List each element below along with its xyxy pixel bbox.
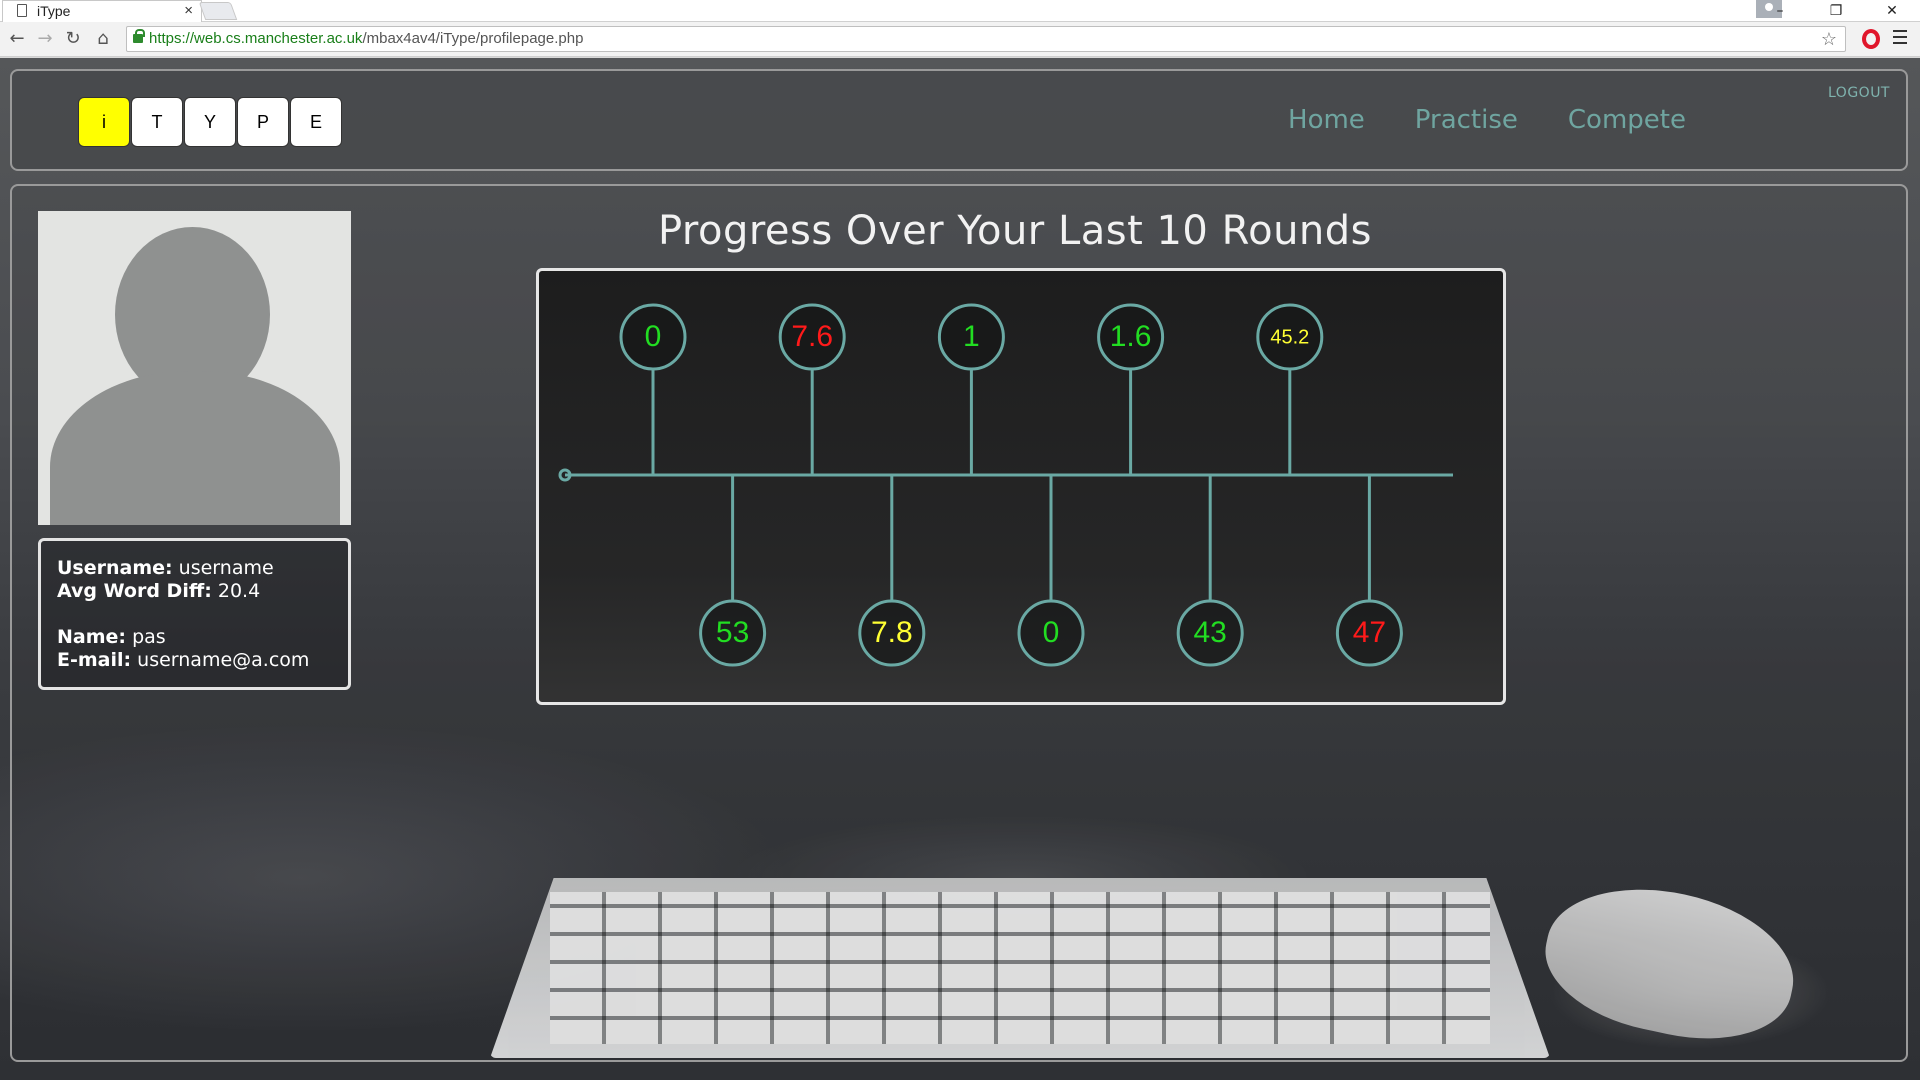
round-value-label: 0 xyxy=(1043,616,1060,649)
avg-word-diff-label: Avg Word Diff: xyxy=(57,580,212,602)
minimize-button[interactable]: – xyxy=(1752,0,1808,22)
restore-button[interactable]: ❐ xyxy=(1808,0,1864,22)
address-toolbar: ← → ↻ ⌂ https://web.cs.manchester.ac.uk/… xyxy=(0,22,1920,57)
tab-close-icon[interactable]: × xyxy=(184,2,193,19)
username-label: Username: xyxy=(57,557,173,579)
round-value-label: 0 xyxy=(645,320,662,353)
close-window-button[interactable]: ✕ xyxy=(1864,0,1920,22)
name-value: pas xyxy=(132,626,166,648)
opera-extension-icon[interactable] xyxy=(1862,29,1880,49)
timeline-svg: 0 53 7.6 7.8 1 0 1.6 43 45.2 47 xyxy=(558,303,1453,667)
browser-tab-bar: iType × – ❐ ✕ xyxy=(0,0,1920,22)
nav-compete-link[interactable]: Compete xyxy=(1568,105,1686,135)
avatar-body-shape xyxy=(50,371,340,525)
new-tab-button[interactable] xyxy=(198,2,238,20)
itype-logo[interactable]: i T Y P E xyxy=(78,97,343,147)
url-host: https://web.cs.manchester.ac.uk xyxy=(149,30,363,47)
logo-tile: T xyxy=(131,97,183,147)
name-label: Name: xyxy=(57,626,127,648)
round-value-label: 7.8 xyxy=(871,616,913,649)
url-path: /mbax4av4/iType/profilepage.php xyxy=(362,30,584,47)
window-controls: – ❐ ✕ xyxy=(1752,0,1920,22)
reload-icon[interactable]: ↻ xyxy=(62,28,84,50)
username-value: username xyxy=(178,557,274,579)
logo-tile: Y xyxy=(184,97,236,147)
logo-tile: i xyxy=(78,97,130,147)
lock-icon xyxy=(133,29,145,43)
avatar xyxy=(38,211,351,525)
logout-link[interactable]: LOGOUT xyxy=(1828,85,1890,101)
logo-tile: P xyxy=(237,97,289,147)
back-arrow-icon[interactable]: ← xyxy=(6,28,28,50)
profile-info-card: Username: username Avg Word Diff: 20.4 N… xyxy=(38,538,351,690)
email-value: username@a.com xyxy=(137,649,310,671)
round-value-label: 47 xyxy=(1353,616,1386,649)
home-icon[interactable]: ⌂ xyxy=(92,28,114,50)
tab-title: iType xyxy=(37,3,71,19)
chart-title: Progress Over Your Last 10 Rounds xyxy=(658,208,1372,254)
round-value-label: 43 xyxy=(1194,616,1227,649)
round-value-label: 53 xyxy=(716,616,749,649)
browser-tab[interactable]: iType × xyxy=(2,0,202,22)
round-value-label: 45.2 xyxy=(1270,326,1309,348)
round-value-label: 1 xyxy=(963,320,980,353)
document-icon xyxy=(17,4,27,17)
nav-home-link[interactable]: Home xyxy=(1288,105,1365,135)
email-label: E-mail: xyxy=(57,649,132,671)
forward-arrow-icon[interactable]: → xyxy=(34,28,56,50)
bookmark-star-icon[interactable]: ☆ xyxy=(1821,27,1837,51)
progress-timeline-chart: 0 53 7.6 7.8 1 0 1.6 43 45.2 47 xyxy=(536,268,1506,705)
logo-tile: E xyxy=(290,97,342,147)
avg-word-diff-value: 20.4 xyxy=(217,580,261,602)
round-value-label: 1.6 xyxy=(1110,320,1152,353)
round-value-label: 7.6 xyxy=(791,320,833,353)
browser-menu-icon[interactable] xyxy=(1893,30,1907,48)
address-bar[interactable]: https://web.cs.manchester.ac.uk/mbax4av4… xyxy=(126,26,1846,52)
site-header: i T Y P E Home Practise Compete LOGOUT xyxy=(10,69,1908,171)
nav-practise-link[interactable]: Practise xyxy=(1415,105,1518,135)
main-nav: Home Practise Compete xyxy=(1238,105,1686,135)
